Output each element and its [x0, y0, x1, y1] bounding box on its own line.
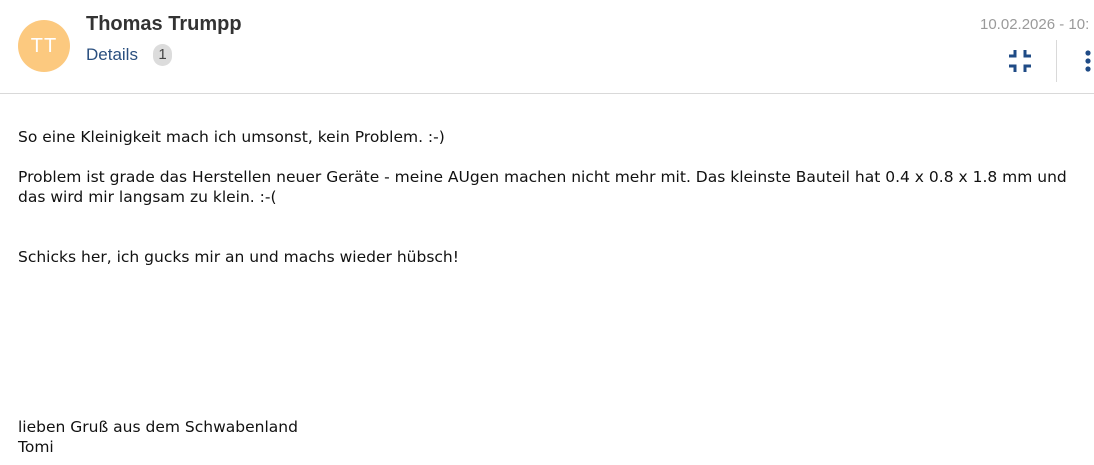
- signature: Tomi: [18, 438, 54, 456]
- sender-name[interactable]: Thomas Trumpp: [86, 13, 242, 36]
- collapse-icon: [1009, 50, 1031, 72]
- message-timestamp: 10.02.2026 - 10:: [980, 16, 1090, 33]
- body-paragraph-2: Problem ist grade das Herstellen neuer G…: [18, 168, 1072, 206]
- body-paragraph-1: So eine Kleinigkeit mach ich umsonst, ke…: [18, 128, 445, 146]
- header-divider: [1056, 40, 1057, 82]
- collapse-button[interactable]: [1005, 46, 1035, 76]
- more-vertical-icon: [1085, 50, 1091, 72]
- body-paragraph-3: Schicks her, ich gucks mir an und machs …: [18, 248, 459, 266]
- avatar: TT: [18, 20, 70, 72]
- closing-line: lieben Gruß aus dem Schwabenland: [18, 418, 298, 436]
- details-link[interactable]: Details: [86, 45, 138, 65]
- more-options-button[interactable]: [1078, 48, 1094, 76]
- message-body: So eine Kleinigkeit mach ich umsonst, ke…: [18, 127, 1094, 457]
- message-header: TT Thomas Trumpp Details 1 10.02.2026 - …: [0, 0, 1094, 94]
- details-count-badge: 1: [153, 44, 172, 66]
